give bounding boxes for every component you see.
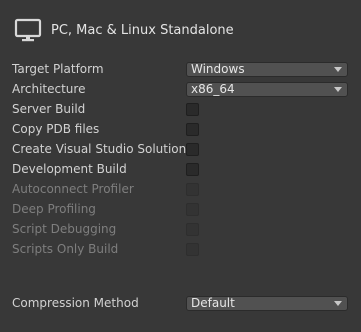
create-vs-solution-row: Create Visual Studio Solution (12, 140, 199, 158)
target-platform-dropdown[interactable]: Windows (186, 61, 348, 77)
scripts-only-build-checkbox (186, 242, 199, 256)
script-debugging-row: Script Debugging (12, 220, 199, 238)
script-debugging-label: Script Debugging (12, 222, 117, 236)
scripts-only-build-row: Scripts Only Build (12, 240, 199, 258)
script-debugging-checkbox (186, 222, 199, 236)
development-build-row: Development Build (12, 160, 199, 178)
autoconnect-profiler-label: Autoconnect Profiler (12, 182, 134, 196)
create-vs-solution-checkbox[interactable] (186, 142, 199, 156)
create-vs-solution-label: Create Visual Studio Solution (12, 142, 187, 156)
autoconnect-profiler-row: Autoconnect Profiler (12, 180, 199, 198)
architecture-dropdown[interactable]: x86_64 (186, 81, 348, 97)
copy-pdb-row: Copy PDB files (12, 120, 199, 138)
target-platform-label: Target Platform (12, 62, 104, 76)
deep-profiling-row: Deep Profiling (12, 200, 199, 218)
architecture-row: Architecture x86_64 (12, 80, 348, 98)
deep-profiling-checkbox (186, 202, 199, 216)
deep-profiling-label: Deep Profiling (12, 202, 96, 216)
chevron-down-icon (334, 300, 342, 306)
autoconnect-profiler-checkbox (186, 182, 199, 196)
compression-method-row: Compression Method Default (12, 294, 348, 312)
target-platform-value: Windows (191, 62, 245, 76)
scripts-only-build-label: Scripts Only Build (12, 242, 119, 256)
build-settings-panel: PC, Mac & Linux Standalone Target Platfo… (0, 0, 361, 332)
development-build-checkbox[interactable] (186, 162, 199, 176)
server-build-row: Server Build (12, 100, 199, 118)
compression-method-label: Compression Method (12, 296, 139, 310)
target-platform-row: Target Platform Windows (12, 60, 348, 78)
architecture-value: x86_64 (191, 82, 235, 96)
platform-header: PC, Mac & Linux Standalone (14, 16, 234, 44)
compression-method-dropdown[interactable]: Default (186, 295, 348, 311)
monitor-icon (14, 18, 42, 42)
compression-method-value: Default (191, 296, 235, 310)
copy-pdb-checkbox[interactable] (186, 122, 199, 136)
chevron-down-icon (334, 66, 342, 72)
development-build-label: Development Build (12, 162, 127, 176)
server-build-checkbox[interactable] (186, 102, 199, 116)
chevron-down-icon (334, 86, 342, 92)
server-build-label: Server Build (12, 102, 86, 116)
platform-title: PC, Mac & Linux Standalone (51, 22, 234, 38)
architecture-label: Architecture (12, 82, 86, 96)
copy-pdb-label: Copy PDB files (12, 122, 100, 136)
